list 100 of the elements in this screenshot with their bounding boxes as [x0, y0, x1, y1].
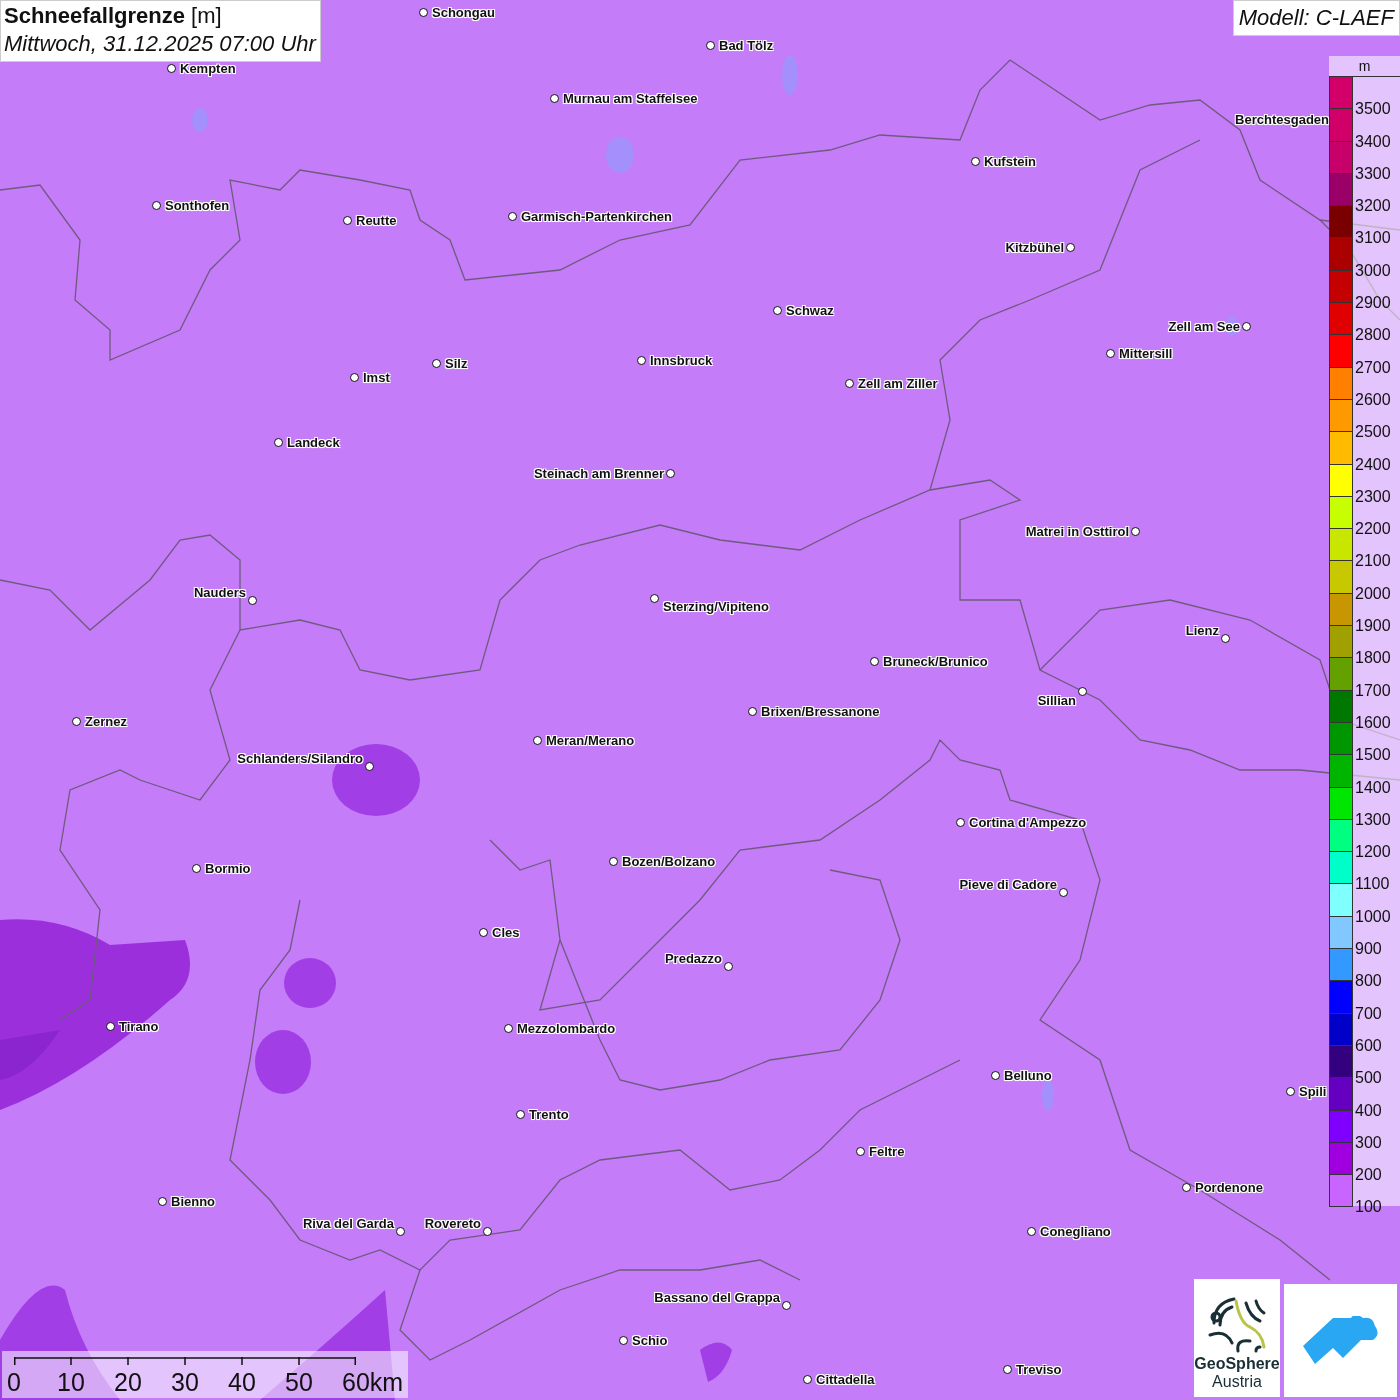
- city-marker-icon: [619, 1336, 628, 1345]
- legend-value: 1100: [1354, 876, 1391, 893]
- city-label: Treviso: [1016, 1362, 1062, 1377]
- city-marker-icon: [870, 657, 879, 666]
- scale-value: 10: [57, 1368, 85, 1396]
- legend-unit: m: [1357, 57, 1372, 76]
- city-label: Predazzo: [664, 951, 722, 966]
- city-marker-icon: [1027, 1227, 1036, 1236]
- city-marker-icon: [365, 762, 374, 771]
- arrow-cloud-logo-icon: [1302, 1315, 1379, 1366]
- city-label: Bozen/Bolzano: [622, 854, 716, 869]
- city-label: Imst: [363, 370, 390, 385]
- city-marker-icon: [773, 306, 782, 315]
- city-marker-icon: [508, 212, 517, 221]
- city-marker-icon: [432, 359, 441, 368]
- city-label: Mezzolombardo: [517, 1021, 616, 1036]
- legend-value: 100: [1354, 1199, 1383, 1216]
- city-label: Murnau am Staffelsee: [563, 91, 698, 106]
- logo-subtitle: Austria: [1212, 1373, 1262, 1391]
- legend-value: 3300: [1354, 165, 1392, 182]
- city-label: Zell am See: [1168, 319, 1240, 334]
- city-label: Riva del Garda: [302, 1216, 394, 1231]
- city-label: Bruneck/Brunico: [883, 654, 988, 669]
- map-title: Schneefallgrenze [m]: [4, 3, 223, 29]
- city-marker-icon: [1059, 888, 1068, 897]
- city-marker-icon: [956, 818, 965, 827]
- legend-value: 900: [1354, 941, 1383, 957]
- city-label: Zernez: [85, 714, 127, 729]
- city-marker-icon: [550, 94, 559, 103]
- legend-value: 2000: [1354, 585, 1392, 602]
- legend-value: 2400: [1354, 456, 1392, 473]
- city-marker-icon: [419, 8, 428, 17]
- legend-value: 3500: [1354, 101, 1392, 118]
- city-marker-icon: [1066, 243, 1075, 252]
- city-marker-icon: [1078, 687, 1087, 696]
- scale-value: 60km: [342, 1368, 404, 1396]
- legend-value: 2200: [1354, 521, 1392, 538]
- city-label: Feltre: [869, 1144, 905, 1159]
- city-marker-icon: [666, 469, 675, 478]
- city-marker-icon: [158, 1197, 167, 1206]
- legend-value: 2300: [1354, 488, 1392, 505]
- legend-value: 3400: [1354, 133, 1392, 150]
- city-label: Innsbruck: [650, 353, 713, 368]
- legend-value: 2800: [1354, 327, 1392, 344]
- legend-value: 300: [1354, 1134, 1383, 1151]
- city-label: Cittadella: [816, 1372, 875, 1387]
- city-label: Schio: [632, 1333, 668, 1348]
- legend-value: 1200: [1354, 844, 1392, 861]
- scale-value: 40: [228, 1368, 256, 1396]
- legend-value: 1600: [1354, 714, 1392, 731]
- city-label: Kufstein: [984, 154, 1036, 169]
- city-label: Schwaz: [786, 303, 834, 318]
- city-label: Landeck: [287, 435, 340, 450]
- city-label: Conegliano: [1040, 1224, 1111, 1239]
- city-label: Schlanders/Silandro: [237, 751, 363, 766]
- city-label: Nauders: [193, 585, 246, 600]
- scale-value: 20: [114, 1368, 142, 1396]
- legend-value: 1900: [1354, 618, 1392, 635]
- legend-value: 200: [1354, 1167, 1383, 1184]
- city-marker-icon: [1003, 1365, 1012, 1374]
- forecast-time: Mittwoch, 31.12.2025 07:00 Uhr: [4, 31, 316, 57]
- city-marker-icon: [856, 1147, 865, 1156]
- city-marker-icon: [396, 1227, 405, 1236]
- city-marker-icon: [1182, 1183, 1191, 1192]
- city-marker-icon: [845, 379, 854, 388]
- legend-value: 2600: [1354, 391, 1392, 408]
- city-label: Lienz: [1185, 623, 1219, 638]
- city-label: Kitzbühel: [1005, 240, 1064, 255]
- city-label: Tirano: [119, 1019, 159, 1034]
- city-marker-icon: [533, 736, 542, 745]
- model-label: Modell: C-LAEF: [1232, 0, 1400, 36]
- legend-value: 600: [1354, 1037, 1383, 1054]
- city-label: Cles: [492, 925, 520, 940]
- city-marker-icon: [167, 64, 176, 73]
- city-label: Sterzing/Vipiteno: [663, 599, 769, 614]
- city-label: Bassano del Grappa: [654, 1290, 780, 1305]
- city-label: Berchtesgaden: [1235, 112, 1329, 127]
- legend-value: 3100: [1354, 230, 1392, 247]
- city-label: Mittersill: [1119, 346, 1173, 361]
- city-marker-icon: [343, 216, 352, 225]
- scale-value: 30: [171, 1368, 199, 1396]
- city-marker-icon: [516, 1110, 525, 1119]
- city-label: Pieve di Cadore: [959, 877, 1057, 892]
- city-marker-icon: [706, 41, 715, 50]
- city-label: Bienno: [171, 1194, 216, 1209]
- legend-value: 500: [1354, 1070, 1383, 1087]
- city-marker-icon: [803, 1375, 812, 1384]
- city-marker-icon: [650, 594, 659, 603]
- city-marker-icon: [609, 857, 618, 866]
- legend-value: 2900: [1354, 295, 1392, 312]
- city-label: Garmisch-Partenkirchen: [521, 209, 672, 224]
- city-marker-icon: [782, 1301, 791, 1310]
- city-marker-icon: [274, 438, 283, 447]
- city-label: Sillian: [1037, 693, 1076, 708]
- city-label: Bad Tölz: [719, 38, 774, 53]
- legend-value: 1800: [1354, 650, 1392, 667]
- scale-value: 50: [285, 1368, 313, 1396]
- city-label: Silz: [445, 356, 468, 371]
- city-marker-icon: [152, 201, 161, 210]
- city-marker-icon: [106, 1022, 115, 1031]
